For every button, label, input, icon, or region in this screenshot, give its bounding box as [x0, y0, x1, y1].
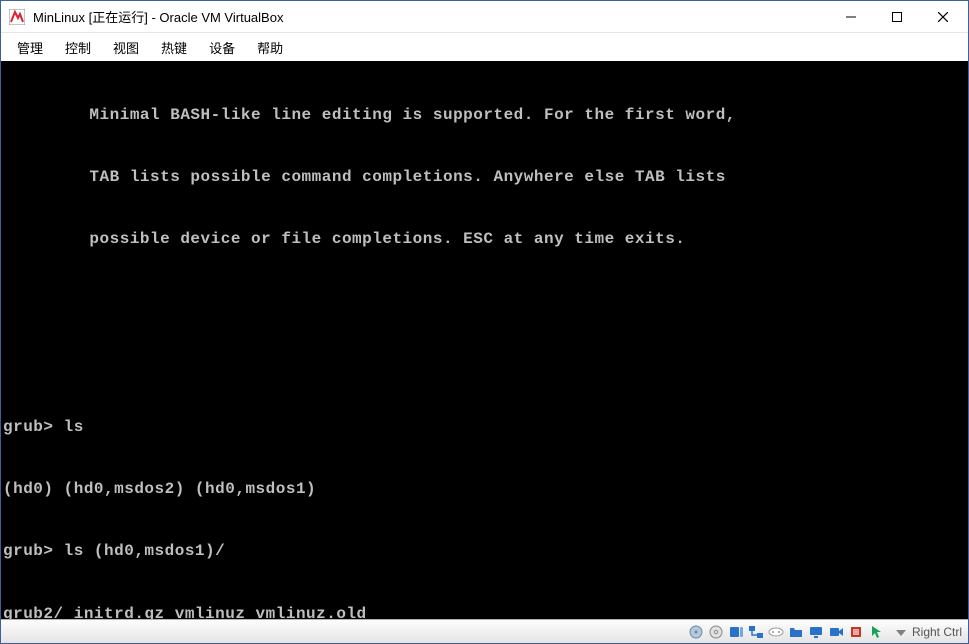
- titlebar[interactable]: MinLinux [正在运行] - Oracle VM VirtualBox: [1, 1, 968, 33]
- window-controls: [828, 2, 966, 32]
- menu-view[interactable]: 视图: [103, 35, 149, 60]
- recording-icon[interactable]: [827, 623, 845, 641]
- shared-folders-icon[interactable]: [787, 623, 805, 641]
- menu-machine[interactable]: 控制: [55, 35, 101, 60]
- harddisk-icon[interactable]: [687, 623, 705, 641]
- close-button[interactable]: [920, 2, 966, 32]
- menubar: 管理 控制 视图 热键 设备 帮助: [1, 33, 968, 61]
- statusbar: Right Ctrl: [1, 619, 968, 643]
- terminal-line: grub> ls (hd0,msdos1)/: [3, 541, 966, 562]
- menu-manage[interactable]: 管理: [7, 35, 53, 60]
- network-icon[interactable]: [747, 623, 765, 641]
- guest-terminal[interactable]: Minimal BASH-like line editing is suppor…: [1, 61, 968, 619]
- status-icons: [687, 623, 885, 641]
- cpu-icon[interactable]: [847, 623, 865, 641]
- maximize-button[interactable]: [874, 2, 920, 32]
- terminal-line: grub> ls: [3, 417, 966, 438]
- grub-help-line: possible device or file completions. ESC…: [3, 229, 966, 250]
- audio-icon[interactable]: [727, 623, 745, 641]
- hostkey-indicator[interactable]: Right Ctrl: [894, 625, 962, 639]
- mouse-integration-icon[interactable]: [867, 623, 885, 641]
- hostkey-arrow-icon: [894, 625, 908, 639]
- terminal-line: (hd0) (hd0,msdos2) (hd0,msdos1): [3, 479, 966, 500]
- grub-help-line: TAB lists possible command completions. …: [3, 167, 966, 188]
- usb-icon[interactable]: [767, 623, 785, 641]
- menu-input[interactable]: 热键: [151, 35, 197, 60]
- terminal-line: grub2/ initrd.gz vmlinuz vmlinuz.old: [3, 604, 966, 619]
- virtualbox-window: MinLinux [正在运行] - Oracle VM VirtualBox 管…: [0, 0, 969, 644]
- optical-icon[interactable]: [707, 623, 725, 641]
- menu-devices[interactable]: 设备: [199, 35, 245, 60]
- display-icon[interactable]: [807, 623, 825, 641]
- minimize-button[interactable]: [828, 2, 874, 32]
- terminal-blank: [3, 354, 966, 375]
- grub-help-line: Minimal BASH-like line editing is suppor…: [3, 105, 966, 126]
- hostkey-label: Right Ctrl: [912, 625, 962, 639]
- window-title: MinLinux [正在运行] - Oracle VM VirtualBox: [33, 7, 828, 26]
- terminal-blank: [3, 292, 966, 313]
- menu-help[interactable]: 帮助: [247, 35, 293, 60]
- app-icon: [9, 9, 25, 25]
